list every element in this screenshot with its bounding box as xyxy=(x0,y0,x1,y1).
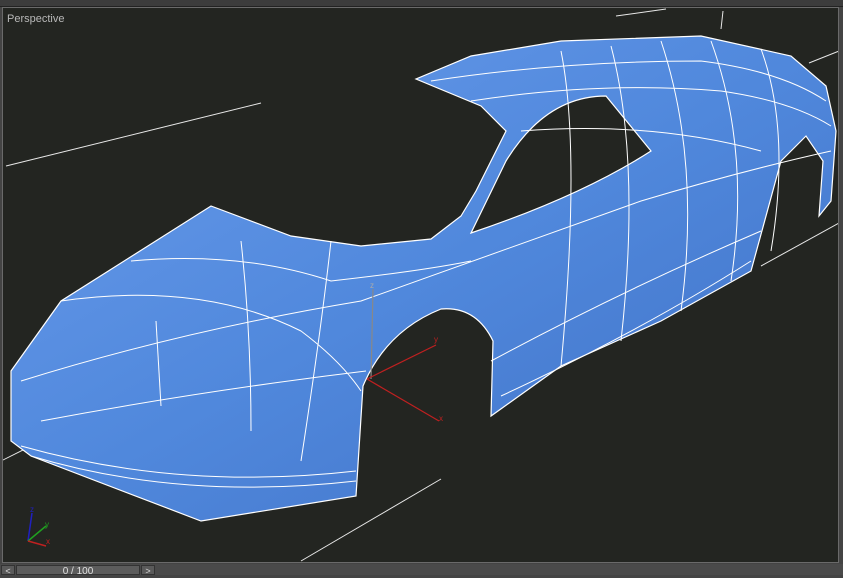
svg-text:x: x xyxy=(46,537,50,546)
viewport-label[interactable]: Perspective xyxy=(7,13,64,25)
prev-frame-button[interactable]: < xyxy=(1,565,15,576)
svg-text:y: y xyxy=(45,520,49,529)
scene-canvas[interactable]: z y x y x z xyxy=(2,7,839,563)
top-toolbar-edge xyxy=(0,0,843,7)
gizmo-x-axis[interactable] xyxy=(366,378,440,422)
time-slider[interactable]: 0 / 100 xyxy=(16,565,140,577)
axis-tripod-icon: y x z xyxy=(27,505,50,547)
gizmo-x-label: x xyxy=(439,414,443,423)
time-slider-bar: < 0 / 100 > xyxy=(0,564,843,577)
gizmo-y-label: y xyxy=(434,335,438,344)
svg-text:z: z xyxy=(30,505,34,514)
perspective-viewport[interactable]: Perspective z y x y x z xyxy=(2,7,839,563)
gizmo-z-label: z xyxy=(370,281,374,290)
next-frame-button[interactable]: > xyxy=(141,565,155,576)
